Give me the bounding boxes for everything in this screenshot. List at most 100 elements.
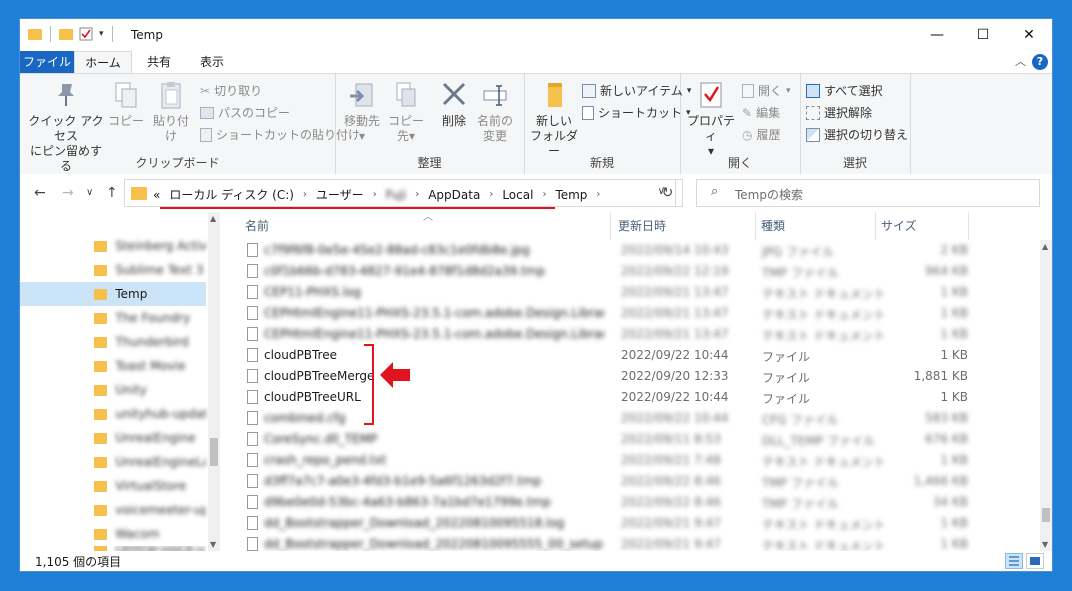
collapse-ribbon-icon[interactable]: ︿: [1015, 53, 1026, 69]
table-row-cloudpbtreeurl[interactable]: cloudPBTreeURL 2022/09/22 10:44 ファイル 1 KB: [235, 387, 1040, 408]
rename-button[interactable]: 名前の 変更: [475, 80, 515, 144]
breadcrumb-item[interactable]: Fuji: [386, 188, 407, 202]
nav-folder-item[interactable]: UnrealEngineLauncher: [20, 450, 206, 474]
file-icon: [247, 348, 258, 362]
scrollbar-thumb[interactable]: [1042, 508, 1050, 522]
invert-selection-button[interactable]: 選択の切り替え: [806, 126, 908, 143]
scroll-down-icon[interactable]: ▼: [210, 540, 216, 549]
select-none-icon: [806, 105, 820, 120]
folder-icon: [94, 288, 108, 300]
column-divider[interactable]: [875, 212, 876, 240]
nav-folder-item[interactable]: unityhub-updater: [20, 402, 206, 426]
chevron-right-icon[interactable]: ›: [542, 189, 546, 200]
tab-view[interactable]: 表示: [192, 51, 232, 73]
shortcut-button[interactable]: ショートカット ▾: [582, 104, 691, 121]
table-row[interactable]: CEP11-PHXS.log 2022/09/21 13:47 テキスト ドキュメン…: [235, 282, 1040, 303]
copy-button[interactable]: コピー: [108, 80, 144, 129]
nav-folder-item[interactable]: The Foundry: [20, 306, 206, 330]
select-none-button[interactable]: 選択解除: [806, 104, 872, 121]
table-row[interactable]: CoreSync.dll_TEMP 2022/09/11 8:53 DLL_TEMP…: [235, 429, 1040, 450]
up-arrow-icon[interactable]: ↑: [106, 185, 118, 201]
table-row[interactable]: c7f9f6f8-0e5e-45e2-88ad-c83c1e0fdb8e.jpg…: [235, 240, 1040, 261]
scrollbar-thumb[interactable]: [210, 438, 218, 466]
select-all-button[interactable]: すべて選択: [806, 82, 883, 99]
folder-icon[interactable]: [59, 28, 73, 40]
column-divider[interactable]: [610, 212, 611, 240]
search-input[interactable]: ⌕ Tempの検索: [696, 179, 1040, 207]
nav-folder-item[interactable]: VirtualStore: [20, 474, 206, 498]
nav-folder-item[interactable]: Toast Movie: [20, 354, 206, 378]
chevron-right-icon[interactable]: ›: [415, 189, 419, 200]
scroll-up-icon[interactable]: ▲: [210, 214, 216, 223]
chevron-right-icon[interactable]: ›: [373, 189, 377, 200]
new-folder-button[interactable]: 新しい フォルダー: [529, 80, 579, 159]
column-divider[interactable]: [968, 212, 969, 240]
details-view-button[interactable]: [1005, 553, 1023, 569]
breadcrumb-item[interactable]: Local: [502, 188, 533, 202]
column-header-date[interactable]: 更新日時: [618, 212, 666, 240]
table-row[interactable]: d3ff7a7c7-a0e3-4fd3-b1e9-5a6f1263d2f7.tm…: [235, 471, 1040, 492]
breadcrumb-item[interactable]: ローカル ディスク (C:): [169, 186, 294, 203]
tab-file[interactable]: ファイル: [20, 51, 74, 73]
history-button[interactable]: ◷ 履歴: [742, 126, 781, 143]
large-icons-view-button[interactable]: [1026, 553, 1044, 569]
recent-locations-icon[interactable]: ∨: [86, 187, 93, 198]
breadcrumb-item[interactable]: ユーザー: [316, 186, 364, 203]
nav-folder-item[interactable]: Sublime Text 3: [20, 258, 206, 282]
paste-button[interactable]: 貼り付け: [148, 80, 194, 144]
forward-arrow-icon[interactable]: →: [62, 185, 74, 201]
cut-button[interactable]: ✂ 切り取り: [200, 82, 262, 99]
table-row[interactable]: combined.cfg 2022/09/22 10:44 CFG ファイル 583 …: [235, 408, 1040, 429]
table-row[interactable]: d9be0e0d-53bc-4a63-b863-7a1bd7e1799e.tmp…: [235, 492, 1040, 513]
tab-share[interactable]: 共有: [142, 51, 176, 73]
nav-folder-item[interactable]: Thunderbird: [20, 330, 206, 354]
table-row[interactable]: dd_Bootstrapper_Download_20220810095518.…: [235, 513, 1040, 534]
delete-button[interactable]: 削除: [437, 80, 471, 129]
table-row[interactable]: dd_Bootstrapper_Download_20220810095555_…: [235, 534, 1040, 551]
breadcrumb-overflow[interactable]: «: [153, 188, 160, 202]
nav-folder-item[interactable]: Steinberg Activation: [20, 234, 206, 258]
nav-folder-item-temp[interactable]: Temp: [20, 282, 206, 306]
file-list-scrollbar[interactable]: ▲ ▼: [1040, 240, 1052, 551]
nav-folder-item[interactable]: Unity: [20, 378, 206, 402]
qat-dropdown-icon[interactable]: ▾: [99, 29, 104, 39]
tab-home[interactable]: ホーム: [74, 51, 132, 73]
table-row[interactable]: CEPHtmlEngine11-PHXS-23.5.1-com.adobe.De…: [235, 324, 1040, 345]
table-row[interactable]: crash_repo_pend.txt 2022/09/21 7:48 テキスト ド…: [235, 450, 1040, 471]
chevron-right-icon[interactable]: ›: [596, 189, 600, 200]
chevron-right-icon[interactable]: ›: [489, 189, 493, 200]
back-arrow-icon[interactable]: ←: [34, 185, 46, 201]
copy-to-button[interactable]: コピー先▾: [384, 80, 428, 144]
column-header-size[interactable]: サイズ: [881, 212, 917, 240]
file-icon: [247, 243, 258, 257]
scroll-down-icon[interactable]: ▼: [1042, 540, 1048, 549]
chevron-right-icon[interactable]: ›: [303, 189, 307, 200]
properties-button[interactable]: プロパティ ▾: [685, 80, 737, 159]
help-icon[interactable]: ?: [1032, 54, 1048, 70]
column-divider[interactable]: [755, 212, 756, 240]
new-item-button[interactable]: 新しいアイテム ▾: [582, 82, 691, 99]
breadcrumb-item[interactable]: Temp: [555, 188, 587, 202]
close-button[interactable]: ✕: [1006, 19, 1052, 51]
refresh-button[interactable]: ↻: [653, 179, 683, 207]
nav-folder-item[interactable]: Wacom: [20, 522, 206, 546]
minimize-button[interactable]: —: [914, 19, 960, 51]
copy-path-button[interactable]: パスのコピー: [200, 104, 290, 121]
column-header-name[interactable]: 名前: [245, 212, 269, 240]
scroll-up-icon[interactable]: ▲: [1042, 242, 1048, 251]
address-bar[interactable]: « ローカル ディスク (C:) › ユーザー › Fuji › AppData…: [124, 179, 676, 207]
maximize-button[interactable]: ☐: [960, 19, 1006, 51]
edit-button[interactable]: ✎ 編集: [742, 104, 780, 121]
column-header-type[interactable]: 種類: [761, 212, 785, 240]
table-row-cloudpbtreemerge[interactable]: cloudPBTreeMerge 2022/09/20 12:33 ファイル 1,88…: [235, 366, 1040, 387]
breadcrumb-item[interactable]: AppData: [428, 188, 480, 202]
nav-scrollbar[interactable]: ▲ ▼: [208, 212, 220, 551]
move-to-button[interactable]: 移動先▾: [342, 80, 382, 144]
nav-folder-item[interactable]: voicemeeter-updater: [20, 498, 206, 522]
table-row[interactable]: c0f1b66b-d783-4827-91e4-878f1d8d2a39.tmp…: [235, 261, 1040, 282]
open-button[interactable]: 開く ▾: [742, 82, 791, 99]
nav-folder-item[interactable]: UnrealEngine: [20, 426, 206, 450]
table-row-cloudpbtree[interactable]: cloudPBTree 2022/09/22 10:44 ファイル 1 KB: [235, 345, 1040, 366]
table-row[interactable]: CEPHtmlEngine11-PHXS-23.5.1-com.adobe.De…: [235, 303, 1040, 324]
properties-checklist-icon[interactable]: [79, 27, 93, 41]
